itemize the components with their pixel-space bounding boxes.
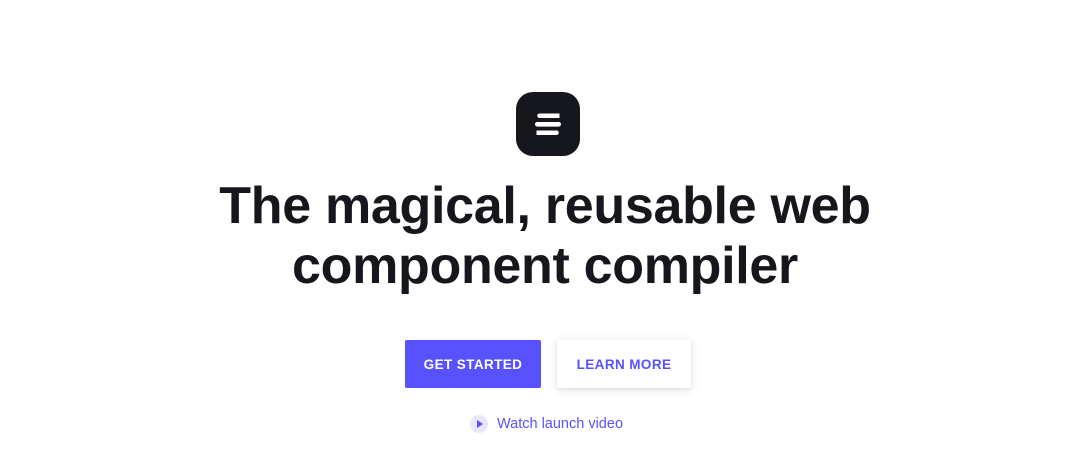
stencil-logo-icon bbox=[516, 92, 580, 156]
get-started-button[interactable]: GET STARTED bbox=[405, 340, 541, 388]
learn-more-button[interactable]: LEARN MORE bbox=[557, 340, 691, 388]
watch-launch-video-label: Watch launch video bbox=[497, 416, 624, 432]
hero-section: The magical, reusable web component comp… bbox=[0, 0, 1090, 471]
page-title: The magical, reusable web component comp… bbox=[0, 176, 1090, 296]
play-icon bbox=[470, 415, 488, 433]
title-line-2: component compiler bbox=[292, 237, 798, 295]
watch-launch-video-link[interactable]: Watch launch video bbox=[470, 414, 623, 434]
title-line-1: The magical, reusable web bbox=[219, 177, 871, 235]
